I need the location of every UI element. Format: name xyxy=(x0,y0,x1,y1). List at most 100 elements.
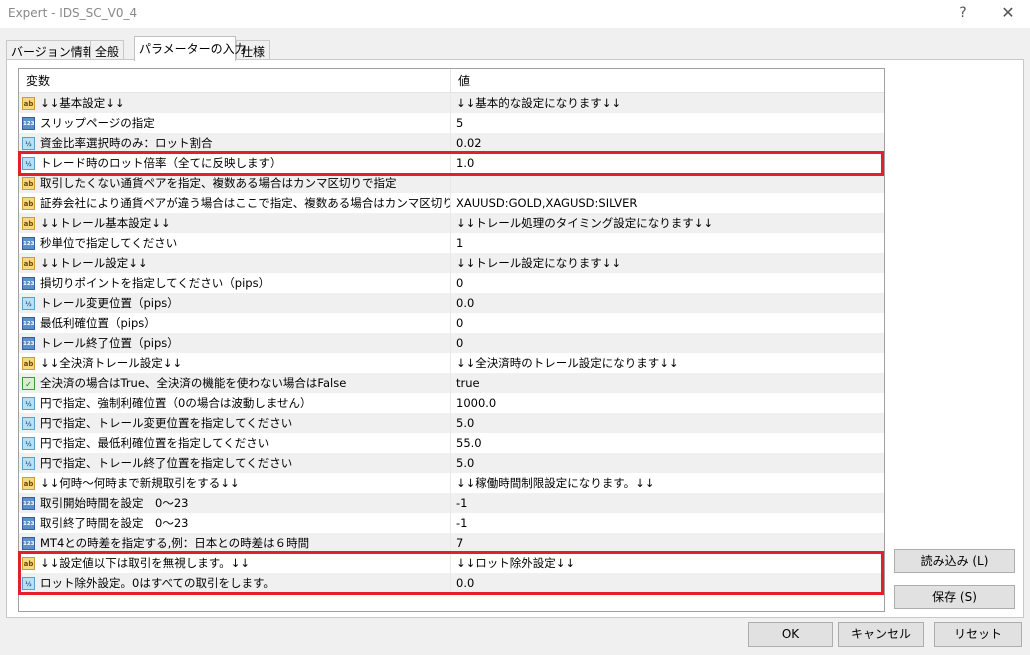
variable-name: 秒単位で指定してください xyxy=(40,236,178,250)
load-button[interactable]: 読み込み (L) xyxy=(894,549,1015,573)
table-row[interactable]: ½ トレール変更位置（pips） 0.0 xyxy=(19,293,884,313)
variable-cell: ½ 円で指定、トレール変更位置を指定してください xyxy=(19,413,451,433)
text-type-icon: ab xyxy=(22,216,35,230)
value-cell[interactable]: 0.02 xyxy=(451,133,884,153)
value-cell[interactable]: ↓↓トレール処理のタイミング設定になります↓↓ xyxy=(451,213,884,233)
value-cell[interactable]: 0.0 xyxy=(451,293,884,313)
variable-cell: ab ↓↓トレール設定↓↓ xyxy=(19,253,451,273)
variable-cell: 123 最低利確位置（pips） xyxy=(19,313,451,333)
double-type-icon: ½ xyxy=(22,416,35,430)
variable-cell: 123 損切りポイントを指定してください（pips） xyxy=(19,273,451,293)
column-header-value[interactable]: 値 xyxy=(451,69,884,92)
highlight-lot-exclusion xyxy=(18,551,884,595)
table-row[interactable]: 123 取引終了時間を設定 0～23 -1 xyxy=(19,513,884,533)
table-row[interactable]: ab ↓↓トレール基本設定↓↓ ↓↓トレール処理のタイミング設定になります↓↓ xyxy=(19,213,884,233)
table-row[interactable]: 123 スリップページの指定 5 xyxy=(19,113,884,133)
table-row[interactable]: ab ↓↓基本設定↓↓ ↓↓基本的な設定になります↓↓ xyxy=(19,93,884,113)
integer-type-icon: 123 xyxy=(22,276,35,290)
help-icon[interactable]: ? xyxy=(952,2,974,24)
grid-header: 変数 値 xyxy=(19,69,884,93)
integer-type-icon: 123 xyxy=(22,336,35,350)
variable-cell: ab 証券会社により通貨ペアが違う場合はここで指定、複数ある場合はカンマ区切りで･… xyxy=(19,193,451,213)
reset-button[interactable]: リセット xyxy=(934,622,1022,647)
value-cell[interactable]: 1000.0 xyxy=(451,393,884,413)
ok-button[interactable]: OK xyxy=(748,622,833,647)
value-cell[interactable]: -1 xyxy=(451,513,884,533)
integer-type-icon: 123 xyxy=(22,236,35,250)
value-cell[interactable]: 7 xyxy=(451,533,884,553)
value-cell[interactable]: -1 xyxy=(451,493,884,513)
integer-type-icon: 123 xyxy=(22,536,35,550)
table-row[interactable]: ½ 円で指定、最低利確位置を指定してください 55.0 xyxy=(19,433,884,453)
value-cell[interactable]: ↓↓稼働時間制限設定になります。↓↓ xyxy=(451,473,884,493)
table-row[interactable]: ab 取引したくない通貨ペアを指定、複数ある場合はカンマ区切りで指定 xyxy=(19,173,884,193)
table-row[interactable]: ½ 円で指定、トレール終了位置を指定してください 5.0 xyxy=(19,453,884,473)
variable-name: 証券会社により通貨ペアが違う場合はここで指定、複数ある場合はカンマ区切りで･･ xyxy=(40,196,451,210)
double-type-icon: ½ xyxy=(22,456,35,470)
variable-cell: 123 取引終了時間を設定 0～23 xyxy=(19,513,451,533)
double-type-icon: ½ xyxy=(22,296,35,310)
variable-cell: ab ↓↓全決済トレール設定↓↓ xyxy=(19,353,451,373)
table-row[interactable]: 123 最低利確位置（pips） 0 xyxy=(19,313,884,333)
save-button[interactable]: 保存 (S) xyxy=(894,585,1015,609)
table-row[interactable]: 123 秒単位で指定してください 1 xyxy=(19,233,884,253)
table-row[interactable]: ½ 円で指定、トレール変更位置を指定してください 5.0 xyxy=(19,413,884,433)
value-cell[interactable]: true xyxy=(451,373,884,393)
text-type-icon: ab xyxy=(22,356,35,370)
value-cell[interactable]: 5 xyxy=(451,113,884,133)
variable-name: MT4との時差を指定する,例：日本との時差は６時間 xyxy=(40,536,310,550)
variable-cell: ab ↓↓何時～何時まで新規取引をする↓↓ xyxy=(19,473,451,493)
value-cell[interactable]: 1 xyxy=(451,233,884,253)
variable-cell: ab ↓↓基本設定↓↓ xyxy=(19,93,451,113)
value-cell[interactable]: 0 xyxy=(451,333,884,353)
table-row[interactable]: ✓ 全決済の場合はTrue、全決済の機能を使わない場合はFalse true xyxy=(19,373,884,393)
value-cell[interactable]: 0 xyxy=(451,273,884,293)
table-row[interactable]: ab ↓↓トレール設定↓↓ ↓↓トレール設定になります↓↓ xyxy=(19,253,884,273)
table-row[interactable]: ab ↓↓何時～何時まで新規取引をする↓↓ ↓↓稼働時間制限設定になります。↓↓ xyxy=(19,473,884,493)
variable-name: トレール変更位置（pips） xyxy=(40,296,179,310)
table-row[interactable]: 123 トレール終了位置（pips） 0 xyxy=(19,333,884,353)
close-icon[interactable]: ✕ xyxy=(996,2,1020,24)
double-type-icon: ½ xyxy=(22,436,35,450)
variable-name: 資金比率選択時のみ：ロット割合 xyxy=(40,136,213,150)
integer-type-icon: 123 xyxy=(22,516,35,530)
column-header-variable[interactable]: 変数 xyxy=(19,69,451,92)
value-cell[interactable]: XAUUSD:GOLD,XAGUSD:SILVER xyxy=(451,193,884,213)
table-row[interactable]: ab ↓↓全決済トレール設定↓↓ ↓↓全決済時のトレール設定になります↓↓ xyxy=(19,353,884,373)
title-bar: Expert - IDS_SC_V0_4 ? ✕ xyxy=(0,0,1030,28)
value-cell[interactable]: ↓↓トレール設定になります↓↓ xyxy=(451,253,884,273)
tab-parameters[interactable]: パラメーターの入力 xyxy=(134,36,247,61)
variable-name: ↓↓トレール基本設定↓↓ xyxy=(40,216,171,230)
variable-name: ↓↓トレール設定↓↓ xyxy=(40,256,148,270)
value-cell[interactable]: ↓↓全決済時のトレール設定になります↓↓ xyxy=(451,353,884,373)
value-cell[interactable]: 55.0 xyxy=(451,433,884,453)
value-cell[interactable]: 0 xyxy=(451,313,884,333)
variable-name: 取引したくない通貨ペアを指定、複数ある場合はカンマ区切りで指定 xyxy=(40,176,397,190)
table-row[interactable]: 123 MT4との時差を指定する,例：日本との時差は６時間 7 xyxy=(19,533,884,553)
table-row[interactable]: 123 損切りポイントを指定してください（pips） 0 xyxy=(19,273,884,293)
table-row[interactable]: ½ 円で指定、強制利確位置（0の場合は波動しません） 1000.0 xyxy=(19,393,884,413)
value-cell[interactable]: ↓↓基本的な設定になります↓↓ xyxy=(451,93,884,113)
variable-cell: 123 秒単位で指定してください xyxy=(19,233,451,253)
window-title: Expert - IDS_SC_V0_4 xyxy=(8,6,138,20)
highlight-lot-multiplier xyxy=(18,151,884,176)
table-row[interactable]: ½ 資金比率選択時のみ：ロット割合 0.02 xyxy=(19,133,884,153)
value-cell[interactable] xyxy=(451,173,884,193)
value-cell[interactable]: 5.0 xyxy=(451,413,884,433)
variable-cell: ½ 資金比率選択時のみ：ロット割合 xyxy=(19,133,451,153)
variable-cell: ½ 円で指定、強制利確位置（0の場合は波動しません） xyxy=(19,393,451,413)
parameter-grid: 変数 値 ab ↓↓基本設定↓↓ ↓↓基本的な設定になります↓↓ 123 スリップページ… xyxy=(18,68,885,612)
variable-name: 円で指定、トレール終了位置を指定してください xyxy=(40,456,293,470)
cancel-button[interactable]: キャンセル xyxy=(838,622,924,647)
integer-type-icon: 123 xyxy=(22,316,35,330)
variable-name: 取引終了時間を設定 0～23 xyxy=(40,516,189,530)
variable-name: トレール終了位置（pips） xyxy=(40,336,179,350)
tab-version-info[interactable]: バージョン情報 xyxy=(6,40,100,60)
variable-name: 円で指定、強制利確位置（0の場合は波動しません） xyxy=(40,396,312,410)
text-type-icon: ab xyxy=(22,476,35,490)
tab-general[interactable]: 全般 xyxy=(90,40,125,60)
table-row[interactable]: ab 証券会社により通貨ペアが違う場合はここで指定、複数ある場合はカンマ区切りで･… xyxy=(19,193,884,213)
integer-type-icon: 123 xyxy=(22,496,35,510)
table-row[interactable]: 123 取引開始時間を設定 0～23 -1 xyxy=(19,493,884,513)
value-cell[interactable]: 5.0 xyxy=(451,453,884,473)
